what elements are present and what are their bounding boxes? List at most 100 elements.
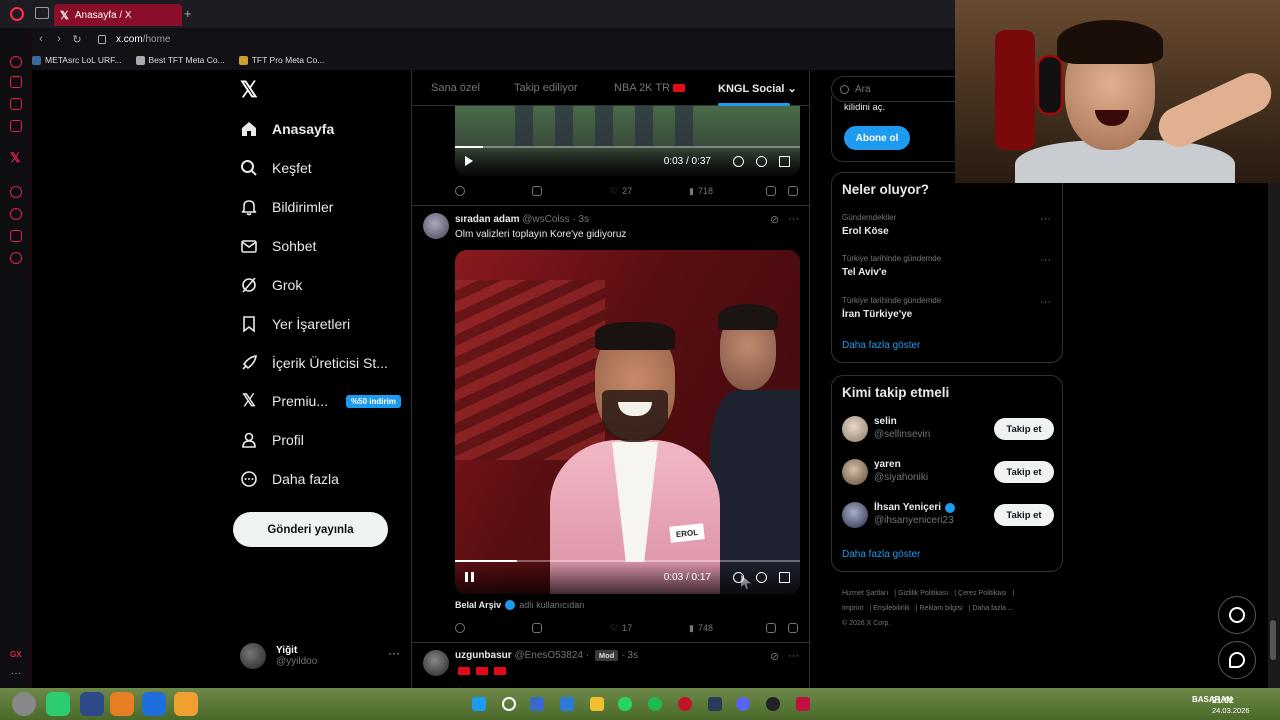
new-tab-button[interactable]: + bbox=[184, 6, 192, 21]
app-icon[interactable] bbox=[708, 697, 722, 711]
footer-link[interactable]: Reklam bilgisi bbox=[920, 605, 963, 612]
footer-link[interactable]: Imprint bbox=[842, 605, 863, 612]
settings-icon[interactable] bbox=[756, 571, 767, 583]
follow-button[interactable]: Takip et bbox=[994, 504, 1054, 526]
more-icon[interactable]: ··· bbox=[388, 646, 400, 660]
app-icon[interactable] bbox=[796, 697, 810, 711]
follow-suggestion[interactable]: İhsan Yeniçeri @ihsanyeniceri23 Takip et bbox=[842, 500, 1054, 530]
bookmark-button[interactable] bbox=[766, 186, 776, 196]
footer-link[interactable]: Daha fazla ... bbox=[972, 605, 1013, 612]
avatar[interactable] bbox=[423, 213, 449, 239]
sidebar-history-icon[interactable] bbox=[10, 208, 22, 220]
source-name[interactable]: Belal Arşiv bbox=[455, 600, 501, 610]
app-icon[interactable] bbox=[110, 692, 134, 716]
more-icon[interactable]: ··· bbox=[788, 213, 799, 225]
mic-icon[interactable] bbox=[12, 692, 36, 716]
account-switcher[interactable]: Yiğit @yyildoo ··· bbox=[240, 640, 400, 672]
folder-icon[interactable] bbox=[590, 697, 604, 711]
video-progress[interactable] bbox=[455, 146, 800, 148]
grok-icon[interactable]: ⊘ bbox=[770, 213, 779, 226]
previous-tweet-video[interactable]: 0:03 / 0:37 bbox=[455, 106, 800, 176]
views-button[interactable]: ▮ 718 bbox=[689, 186, 713, 197]
sidebar-more-icon[interactable]: ··· bbox=[11, 668, 21, 679]
fullscreen-icon[interactable] bbox=[779, 155, 790, 167]
views-button[interactable]: ▮ 748 bbox=[689, 623, 713, 634]
task-view-icon[interactable] bbox=[530, 697, 544, 711]
grok-icon[interactable]: ⊘ bbox=[770, 650, 779, 663]
more-icon[interactable]: ··· bbox=[1040, 254, 1051, 266]
sidebar-player-icon[interactable] bbox=[10, 186, 22, 198]
more-icon[interactable]: ··· bbox=[1040, 213, 1051, 225]
volume-icon[interactable] bbox=[733, 155, 744, 167]
sidebar-app-icon[interactable] bbox=[10, 120, 22, 132]
pause-icon[interactable] bbox=[465, 572, 474, 582]
drop-icon[interactable] bbox=[142, 692, 166, 716]
nav-home[interactable]: Anasayfa bbox=[240, 117, 334, 141]
grok-fab[interactable] bbox=[1218, 596, 1256, 634]
clock-date[interactable]: 24.03.2026 bbox=[1212, 706, 1250, 715]
chat-fab[interactable] bbox=[1218, 641, 1256, 679]
windows-start-icon[interactable] bbox=[472, 697, 486, 711]
follow-suggestion[interactable]: yaren @siyahoniki Takip et bbox=[842, 457, 1054, 487]
x-logo-icon[interactable]: 𝕏 bbox=[240, 79, 260, 101]
tweet-author[interactable]: sıradan adam bbox=[455, 214, 519, 225]
post-button[interactable]: Gönderi yayınla bbox=[233, 512, 388, 547]
spotify-icon[interactable] bbox=[648, 697, 662, 711]
trend-item[interactable]: İran Türkiye'ye bbox=[842, 309, 912, 320]
play-icon[interactable] bbox=[465, 156, 473, 166]
sidebar-settings-icon[interactable] bbox=[10, 252, 22, 264]
app-icon[interactable] bbox=[766, 697, 780, 711]
share-button[interactable] bbox=[788, 623, 798, 633]
sidebar-twitch-icon[interactable] bbox=[10, 98, 22, 110]
footer-link[interactable]: Gizlilik Politikası bbox=[898, 590, 948, 597]
like-button[interactable]: ♡ 27 bbox=[610, 186, 632, 197]
opera-logo-icon[interactable] bbox=[10, 7, 24, 21]
reply-button[interactable] bbox=[455, 186, 465, 196]
bookmark-button[interactable] bbox=[766, 623, 776, 633]
forward-button[interactable]: › bbox=[50, 33, 68, 45]
trend-item[interactable]: Erol Köse bbox=[842, 226, 889, 237]
repost-button[interactable] bbox=[532, 623, 542, 633]
browser-tab[interactable]: 𝕏 Anasayfa / X bbox=[54, 4, 182, 26]
sidebar-messenger-icon[interactable] bbox=[10, 76, 22, 88]
settings-icon[interactable] bbox=[756, 155, 767, 167]
show-more-follow[interactable]: Daha fazla göster bbox=[842, 549, 920, 560]
search-icon[interactable] bbox=[502, 697, 516, 711]
reply-button[interactable] bbox=[455, 623, 465, 633]
mail-icon[interactable] bbox=[560, 697, 574, 711]
nav-creator-studio[interactable]: İçerik Üreticisi St... bbox=[240, 351, 388, 375]
whatsapp-icon[interactable] bbox=[618, 697, 632, 711]
app-icon[interactable] bbox=[174, 692, 198, 716]
reload-button[interactable]: ↻ bbox=[68, 33, 86, 46]
bookmark-item[interactable]: TFT Pro Meta Co... bbox=[238, 55, 324, 65]
nav-premium[interactable]: 𝕏 Premiu... %50 indirim bbox=[240, 389, 401, 413]
page-scrollbar[interactable] bbox=[1268, 183, 1280, 688]
tab-following[interactable]: Takip ediliyor bbox=[514, 82, 578, 94]
footer-link[interactable]: Hizmet Şartları bbox=[842, 590, 888, 597]
gx-icon[interactable]: GX bbox=[10, 650, 22, 659]
opera-gx-icon[interactable] bbox=[678, 697, 692, 711]
like-button[interactable]: ♡ 17 bbox=[610, 623, 632, 634]
clock-time[interactable]: 21:02 bbox=[1212, 695, 1234, 705]
nav-messages[interactable]: Sohbet bbox=[240, 234, 316, 258]
nav-explore[interactable]: Keşfet bbox=[240, 156, 312, 180]
sidebar-aria-icon[interactable] bbox=[10, 56, 22, 68]
repost-button[interactable] bbox=[532, 186, 542, 196]
tweet-author[interactable]: uzgunbasur bbox=[455, 650, 512, 661]
video-progress[interactable] bbox=[455, 560, 800, 562]
discord-icon[interactable] bbox=[736, 697, 750, 711]
show-more-trends[interactable]: Daha fazla göster bbox=[842, 340, 920, 351]
bookmark-item[interactable]: METAsrc LoL URF... bbox=[32, 55, 122, 65]
nav-bookmarks[interactable]: Yer İşaretleri bbox=[240, 312, 350, 336]
nav-more[interactable]: Daha fazla bbox=[240, 467, 339, 491]
nav-profile[interactable]: Profil bbox=[240, 428, 304, 452]
shield-icon[interactable] bbox=[80, 692, 104, 716]
footer-link[interactable]: Erişilebilirlik bbox=[873, 605, 910, 612]
tab-for-you[interactable]: Sana özel bbox=[431, 82, 480, 94]
more-icon[interactable]: ··· bbox=[1040, 296, 1051, 308]
scrollbar-thumb[interactable] bbox=[1270, 620, 1276, 660]
tweet-video[interactable]: EROL 0:03 / 0:17 bbox=[455, 250, 800, 594]
url-field[interactable]: x.com/home bbox=[116, 34, 170, 45]
tab-islands-icon[interactable] bbox=[35, 7, 49, 19]
subscribe-button[interactable]: Abone ol bbox=[844, 126, 910, 150]
